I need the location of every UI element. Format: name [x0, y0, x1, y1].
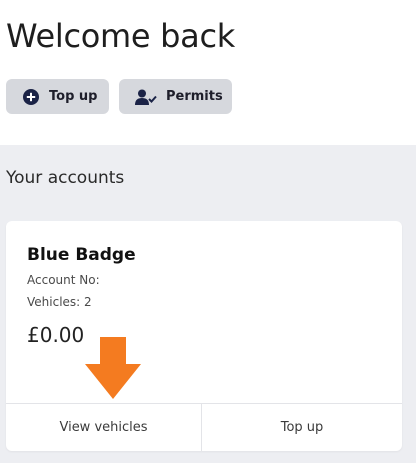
user-check-icon: [135, 89, 157, 105]
arrow-down-icon: [85, 337, 141, 399]
account-name: Blue Badge: [27, 245, 136, 265]
card-top-up-button[interactable]: Top up: [202, 404, 402, 451]
permits-button[interactable]: Permits: [119, 79, 232, 114]
accounts-section-title: Your accounts: [6, 168, 125, 188]
account-number: Account No:: [27, 273, 100, 287]
top-up-button-label: Top up: [49, 89, 98, 104]
account-balance: £0.00: [27, 323, 85, 347]
plus-circle-icon: [23, 88, 39, 105]
account-card: Blue Badge Account No: Vehicles: 2 £0.00…: [6, 221, 402, 451]
view-vehicles-button[interactable]: View vehicles: [6, 404, 201, 451]
vehicle-count: Vehicles: 2: [27, 295, 92, 309]
top-up-button[interactable]: Top up: [6, 79, 109, 114]
header: Welcome back Top up Permits: [0, 0, 416, 145]
permits-button-label: Permits: [166, 89, 223, 104]
page-title: Welcome back: [6, 17, 235, 55]
